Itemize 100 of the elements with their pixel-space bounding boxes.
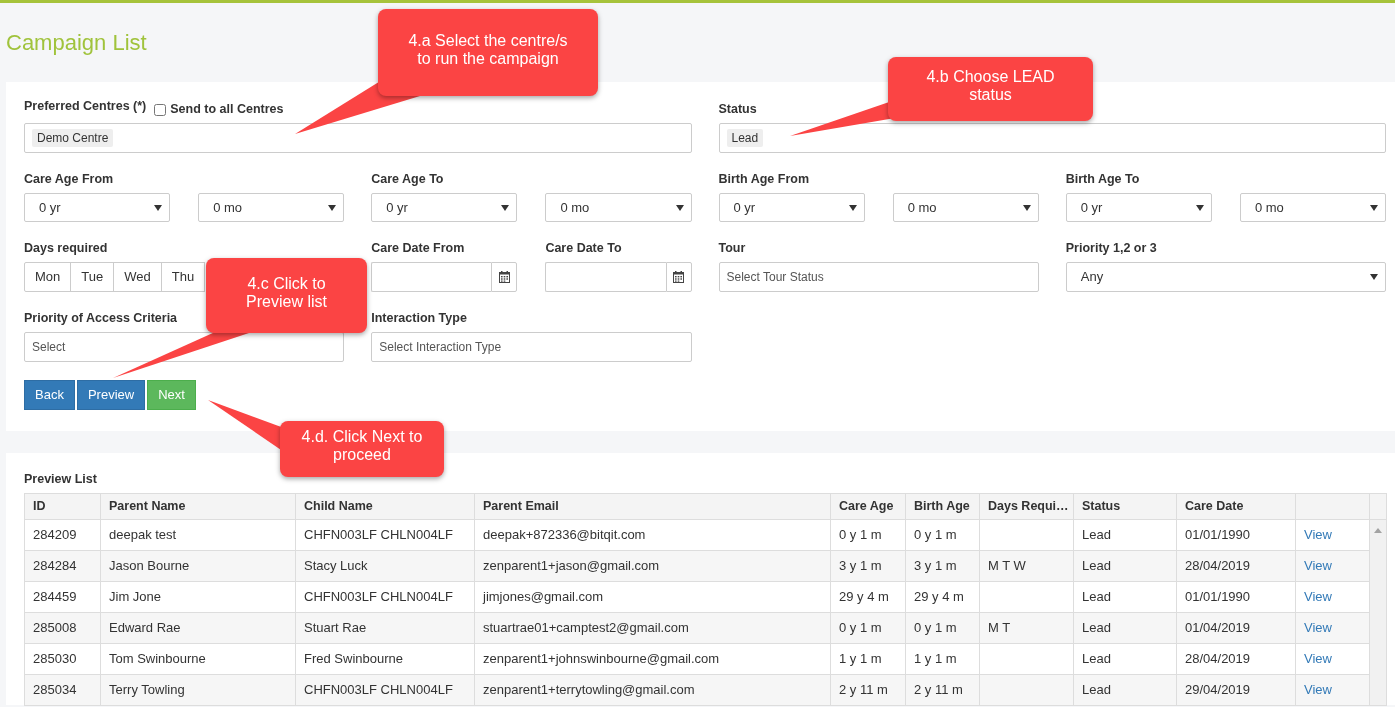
table-cell: Lead [1073,643,1177,675]
table-cell: 0 y 1 m [830,519,906,551]
years-dropdown[interactable]: 0 yr [24,193,171,222]
view-link[interactable]: View [1304,620,1332,636]
action-button[interactable]: Back [24,380,75,410]
field-label: Status [718,102,758,117]
column-header: Birth Age [905,493,980,520]
table-cell: 1 y 1 m [905,643,980,675]
table-cell: 285008 [24,612,101,644]
caret-icon [154,204,163,211]
column-header: ID [24,493,101,520]
day-toggle[interactable]: Mon [24,262,72,292]
calendar-button[interactable] [665,262,692,292]
caret-icon [1195,204,1204,211]
checkbox-label: Send to all Centres [170,102,284,117]
date-field[interactable] [371,262,492,292]
months-dropdown[interactable]: 0 mo [892,193,1039,222]
months-dropdown[interactable]: 0 mo [1239,193,1386,222]
table-cell: deepak test [100,519,296,551]
view-link[interactable]: View [1304,682,1332,698]
column-header: Parent Email [474,493,831,520]
years-dropdown[interactable]: 0 yr [718,193,865,222]
months-dropdown[interactable]: 0 mo [545,193,692,222]
calendar-button[interactable] [491,262,518,292]
caret-icon [501,204,510,211]
table-cell: 29/04/2019 [1176,674,1296,706]
interaction-type-field[interactable]: Select Interaction Type [371,332,692,362]
field-label: Care Date From [371,241,466,256]
months-dropdown[interactable]: 0 mo [198,193,345,222]
field-label: Care Age From [24,172,115,187]
tour-status-field[interactable]: Select Tour Status [718,262,1039,292]
caret-icon [848,204,857,211]
table-cell: Jason Bourne [100,550,296,582]
field-label: Care Date To [545,241,623,256]
view-link[interactable]: View [1304,527,1332,543]
action-button[interactable]: Preview [76,380,146,410]
table-cell: 3 y 1 m [905,550,980,582]
field-label: Birth Age To [1065,172,1141,187]
date-field[interactable] [545,262,666,292]
column-header: Parent Name [100,493,296,520]
calendar-icon [498,271,510,283]
table-cell: 2 y 11 m [830,674,906,706]
table-cell: 0 y 1 m [905,612,980,644]
field-label: Priority 1,2 or 3 [1065,241,1158,256]
table-cell: Tom Swinbourne [100,643,296,675]
table-cell: zenparent1+terrytowling@gmail.com [474,674,831,706]
table-cell: 285034 [24,674,101,706]
table-cell: 0 y 1 m [905,519,980,551]
column-header: Care Date [1176,493,1296,520]
caret-icon [675,204,684,211]
table-cell: CHFN003LF CHLN004LF [295,674,475,706]
callout-note: 4.a Select the centre/s to run the campaign [378,9,598,96]
view-link[interactable]: View [1304,651,1332,667]
field-label: Preferred Centres (*) [24,99,147,114]
column-header: Care Age [830,493,906,520]
table-cell: 285030 [24,643,101,675]
table-cell: 29 y 4 m [905,581,980,613]
view-link[interactable]: View [1304,589,1332,605]
priority-dropdown[interactable]: Any [1065,262,1386,292]
field-label: Interaction Type [371,311,468,326]
column-header: Status [1073,493,1177,520]
years-dropdown[interactable]: 0 yr [371,193,518,222]
field-label: Priority of Access Criteria [24,311,179,326]
day-toggle[interactable]: Tue [70,262,115,292]
scrollbar[interactable] [1369,519,1387,706]
table-cell: 0 y 1 m [830,612,906,644]
caret-icon [1370,204,1378,211]
page-title: Campaign List [6,31,147,55]
selected-tag: Demo Centre [32,129,114,147]
table-cell: Lead [1073,612,1177,644]
selected-tag: Lead [726,129,764,147]
table-cell: Terry Towling [100,674,296,706]
day-toggle[interactable]: Wed [113,262,162,292]
table-cell: M T [979,612,1074,644]
table-cell: Jim Jone [100,581,296,613]
status-tag-field[interactable]: Lead [718,123,1386,153]
field-label: Tour [718,241,747,256]
years-dropdown[interactable]: 0 yr [1065,193,1212,222]
table-cell: 1 y 1 m [830,643,906,675]
table-cell: zenparent1+jason@gmail.com [474,550,831,582]
table-cell: 01/01/1990 [1176,581,1296,613]
table-cell: Edward Rae [100,612,296,644]
callout-note: 4.c Click to Preview list [206,258,367,333]
caret-icon [328,204,337,211]
table-cell: Lead [1073,519,1177,551]
access-criteria-field[interactable]: Select [24,332,345,362]
table-cell: 284459 [24,581,101,613]
table-cell: jimjones@gmail.com [474,581,831,613]
checkbox[interactable] [154,103,167,116]
field-label: Care Age To [371,172,445,187]
day-toggle[interactable]: Thu [160,262,206,292]
caret-icon [1022,204,1031,211]
table-cell: Fred Swinbourne [295,643,475,675]
table-cell: Lead [1073,581,1177,613]
section-title: Preview List [24,472,98,487]
centres-tag-field[interactable]: Demo Centre [24,123,692,153]
view-link[interactable]: View [1304,558,1332,574]
table-cell: 28/04/2019 [1176,643,1296,675]
table-cell: 284284 [24,550,101,582]
caret-icon [1370,274,1378,280]
